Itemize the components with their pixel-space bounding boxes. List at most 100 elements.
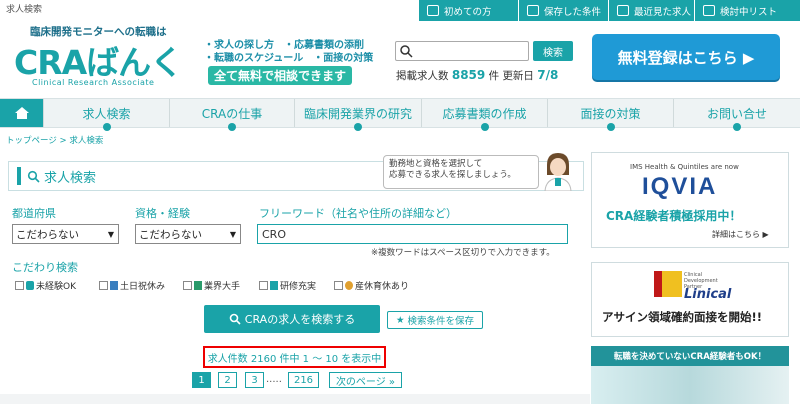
iqvia-top-text: IMS Health & Quintiles are now <box>630 163 739 171</box>
bubble-text: 勤務地と資格を選択して 応募できる求人を探しましょう。 <box>389 159 516 181</box>
nav-item-job-search[interactable]: 求人検索 <box>44 99 170 131</box>
nav-item-industry[interactable]: 臨床開発業界の研究 <box>295 99 422 131</box>
top-nav-first-time[interactable]: 初めての方 <box>419 0 518 21</box>
checkbox[interactable] <box>334 281 343 290</box>
top-nav-saved[interactable]: 保存した条件 <box>519 0 608 21</box>
ad-banner-3[interactable]: 転職を決めていないCRA経験者もOK！ <box>591 346 789 404</box>
qualification-value: こだわらない <box>139 228 202 241</box>
panel-title-text: 求人検索 <box>44 170 97 186</box>
qualification-select[interactable]: こだわらない ▼ <box>135 224 241 244</box>
prefecture-select[interactable]: こだわらない ▼ <box>12 224 119 244</box>
nav-label: 臨床開発業界の研究 <box>303 106 412 121</box>
pref-label: 都道府県 <box>12 207 56 220</box>
ad-linical[interactable]: Clinical Development Partner Linical アサイ… <box>591 262 789 337</box>
home-icon <box>14 107 29 119</box>
banner3-image <box>591 366 789 404</box>
star-icon: ★ <box>395 314 405 326</box>
nav-label: 求人検索 <box>82 106 131 121</box>
breadcrumb[interactable]: トップページ > 求人検索 <box>6 134 103 146</box>
free-consult-badge: 全て無料で相談できます <box>208 66 353 85</box>
checkbox-major-company[interactable]: 業界大手 <box>183 279 240 292</box>
checkbox-label: 未経験OK <box>36 282 76 292</box>
search-jobs-button[interactable]: CRAの求人を検索する <box>204 305 380 333</box>
page-top-label: 求人検索 <box>6 5 43 15</box>
calendar-icon <box>110 281 118 290</box>
beginner-icon <box>26 281 34 290</box>
checkbox-maternity-leave[interactable]: 産休育休あり <box>334 279 409 292</box>
page-1-button[interactable]: 1 <box>192 372 211 388</box>
nav-dot <box>228 123 236 131</box>
nav-label: 応募書類の作成 <box>442 106 527 121</box>
checkbox-inexperienced[interactable]: 未経験OK <box>15 279 76 292</box>
checkbox-weekends-off[interactable]: 土日祝休み <box>99 279 165 292</box>
stats-prefix: 掲載求人数 <box>396 70 449 82</box>
linical-logo: Linical <box>684 287 732 302</box>
save-conditions-button[interactable]: ★ 検索条件を保存 <box>387 311 483 329</box>
iqvia-logo: IQVIA <box>642 173 718 200</box>
result-count: 求人件数 2160 件中 1 〜 10 を表示中 <box>203 346 386 368</box>
job-stats: 掲載求人数 8859 件 更新日 7/8 <box>396 68 558 83</box>
qual-label: 資格・経験 <box>135 207 190 220</box>
top-nav-label: 初めての方 <box>444 6 492 18</box>
stats-count: 8859 <box>451 68 486 82</box>
nav-dot <box>354 123 362 131</box>
page-2-button[interactable]: 2 <box>218 372 237 388</box>
building-icon <box>194 281 202 290</box>
checkbox-training[interactable]: 研修充実 <box>259 279 316 292</box>
nav-item-contact[interactable]: お問い合せ <box>674 99 800 131</box>
iqvia-headline: CRA経験者積極採用中！ <box>606 209 742 223</box>
list-icon <box>703 5 715 16</box>
checkbox-label: 産休育休あり <box>355 282 410 292</box>
page-3-button[interactable]: 3 <box>245 372 264 388</box>
stats-updated: 7/8 <box>537 68 559 82</box>
nav-dot <box>606 123 615 131</box>
guide-speech-bubble: 勤務地と資格を選択して 応募できる求人を探しましょう。 <box>383 155 539 189</box>
dropdown-arrow-icon: ▼ <box>229 229 236 239</box>
nav-dot <box>480 123 489 131</box>
stats-updated-label: 更新日 <box>502 70 534 82</box>
save-conditions-label: 検索条件を保存 <box>407 316 475 327</box>
freeword-input[interactable]: CRO <box>257 224 568 244</box>
person-icon <box>427 5 439 16</box>
top-nav-label: 検討中リスト <box>720 6 778 18</box>
site-search-input[interactable] <box>395 41 529 61</box>
site-search-button[interactable]: 検索 <box>533 41 573 61</box>
nav-dot <box>733 123 741 131</box>
guide-avatar <box>544 153 572 191</box>
training-icon <box>270 281 278 290</box>
checkbox-label: 業界大手 <box>204 282 241 292</box>
nav-item-interview[interactable]: 面接の対策 <box>548 99 674 131</box>
checkbox[interactable] <box>99 281 108 290</box>
dropdown-arrow-icon: ▼ <box>107 229 114 239</box>
nav-label: お問い合せ <box>706 106 767 121</box>
checkbox[interactable] <box>259 281 268 290</box>
checkbox-label: 研修充実 <box>280 282 317 292</box>
top-nav-watchlist[interactable]: 検討中リスト <box>695 0 800 21</box>
logo-english: Clinical Research Associate <box>32 78 155 87</box>
baby-icon <box>345 281 353 290</box>
ad-iqvia[interactable]: IMS Health & Quintiles are now IQVIA CRA… <box>591 152 789 248</box>
checkbox[interactable] <box>15 281 24 290</box>
nav-label: CRAの仕事 <box>201 106 263 121</box>
site-logo[interactable]: CRAばんく <box>14 36 183 84</box>
iqvia-detail-link[interactable]: 詳細はこちら ▶ <box>712 229 769 240</box>
register-button[interactable]: 無料登録はこちら ▶ <box>592 34 780 80</box>
checkbox[interactable] <box>183 281 192 290</box>
next-page-button[interactable]: 次のページ » <box>329 372 402 388</box>
search-jobs-label: CRAの求人を検索する <box>244 313 356 326</box>
checkbox-label: 土日祝休み <box>120 282 166 292</box>
top-nav-recent[interactable]: 最近見た求人 <box>609 0 694 21</box>
page-last-button[interactable]: 216 <box>288 372 319 388</box>
search-icon <box>400 45 413 58</box>
nav-label: 面接の対策 <box>580 106 641 121</box>
history-icon <box>617 5 629 16</box>
kodawari-label: こだわり検索 <box>12 261 78 274</box>
linical-logo-mark-2 <box>662 271 682 297</box>
nav-item-cra-work[interactable]: CRAの仕事 <box>170 99 295 131</box>
banner3-text: 転職を決めていないCRA経験者もOK！ <box>591 346 789 366</box>
main-nav: 求人検索 CRAの仕事 臨床開発業界の研究 応募書類の作成 面接の対策 お問い合… <box>0 98 800 131</box>
home-nav-button[interactable] <box>0 99 44 127</box>
linical-headline: アサイン領域確約面接を開始!! <box>602 310 762 324</box>
freeword-label: フリーワード（社名や住所の詳細など） <box>259 207 457 220</box>
nav-item-documents[interactable]: 応募書類の作成 <box>422 99 548 131</box>
